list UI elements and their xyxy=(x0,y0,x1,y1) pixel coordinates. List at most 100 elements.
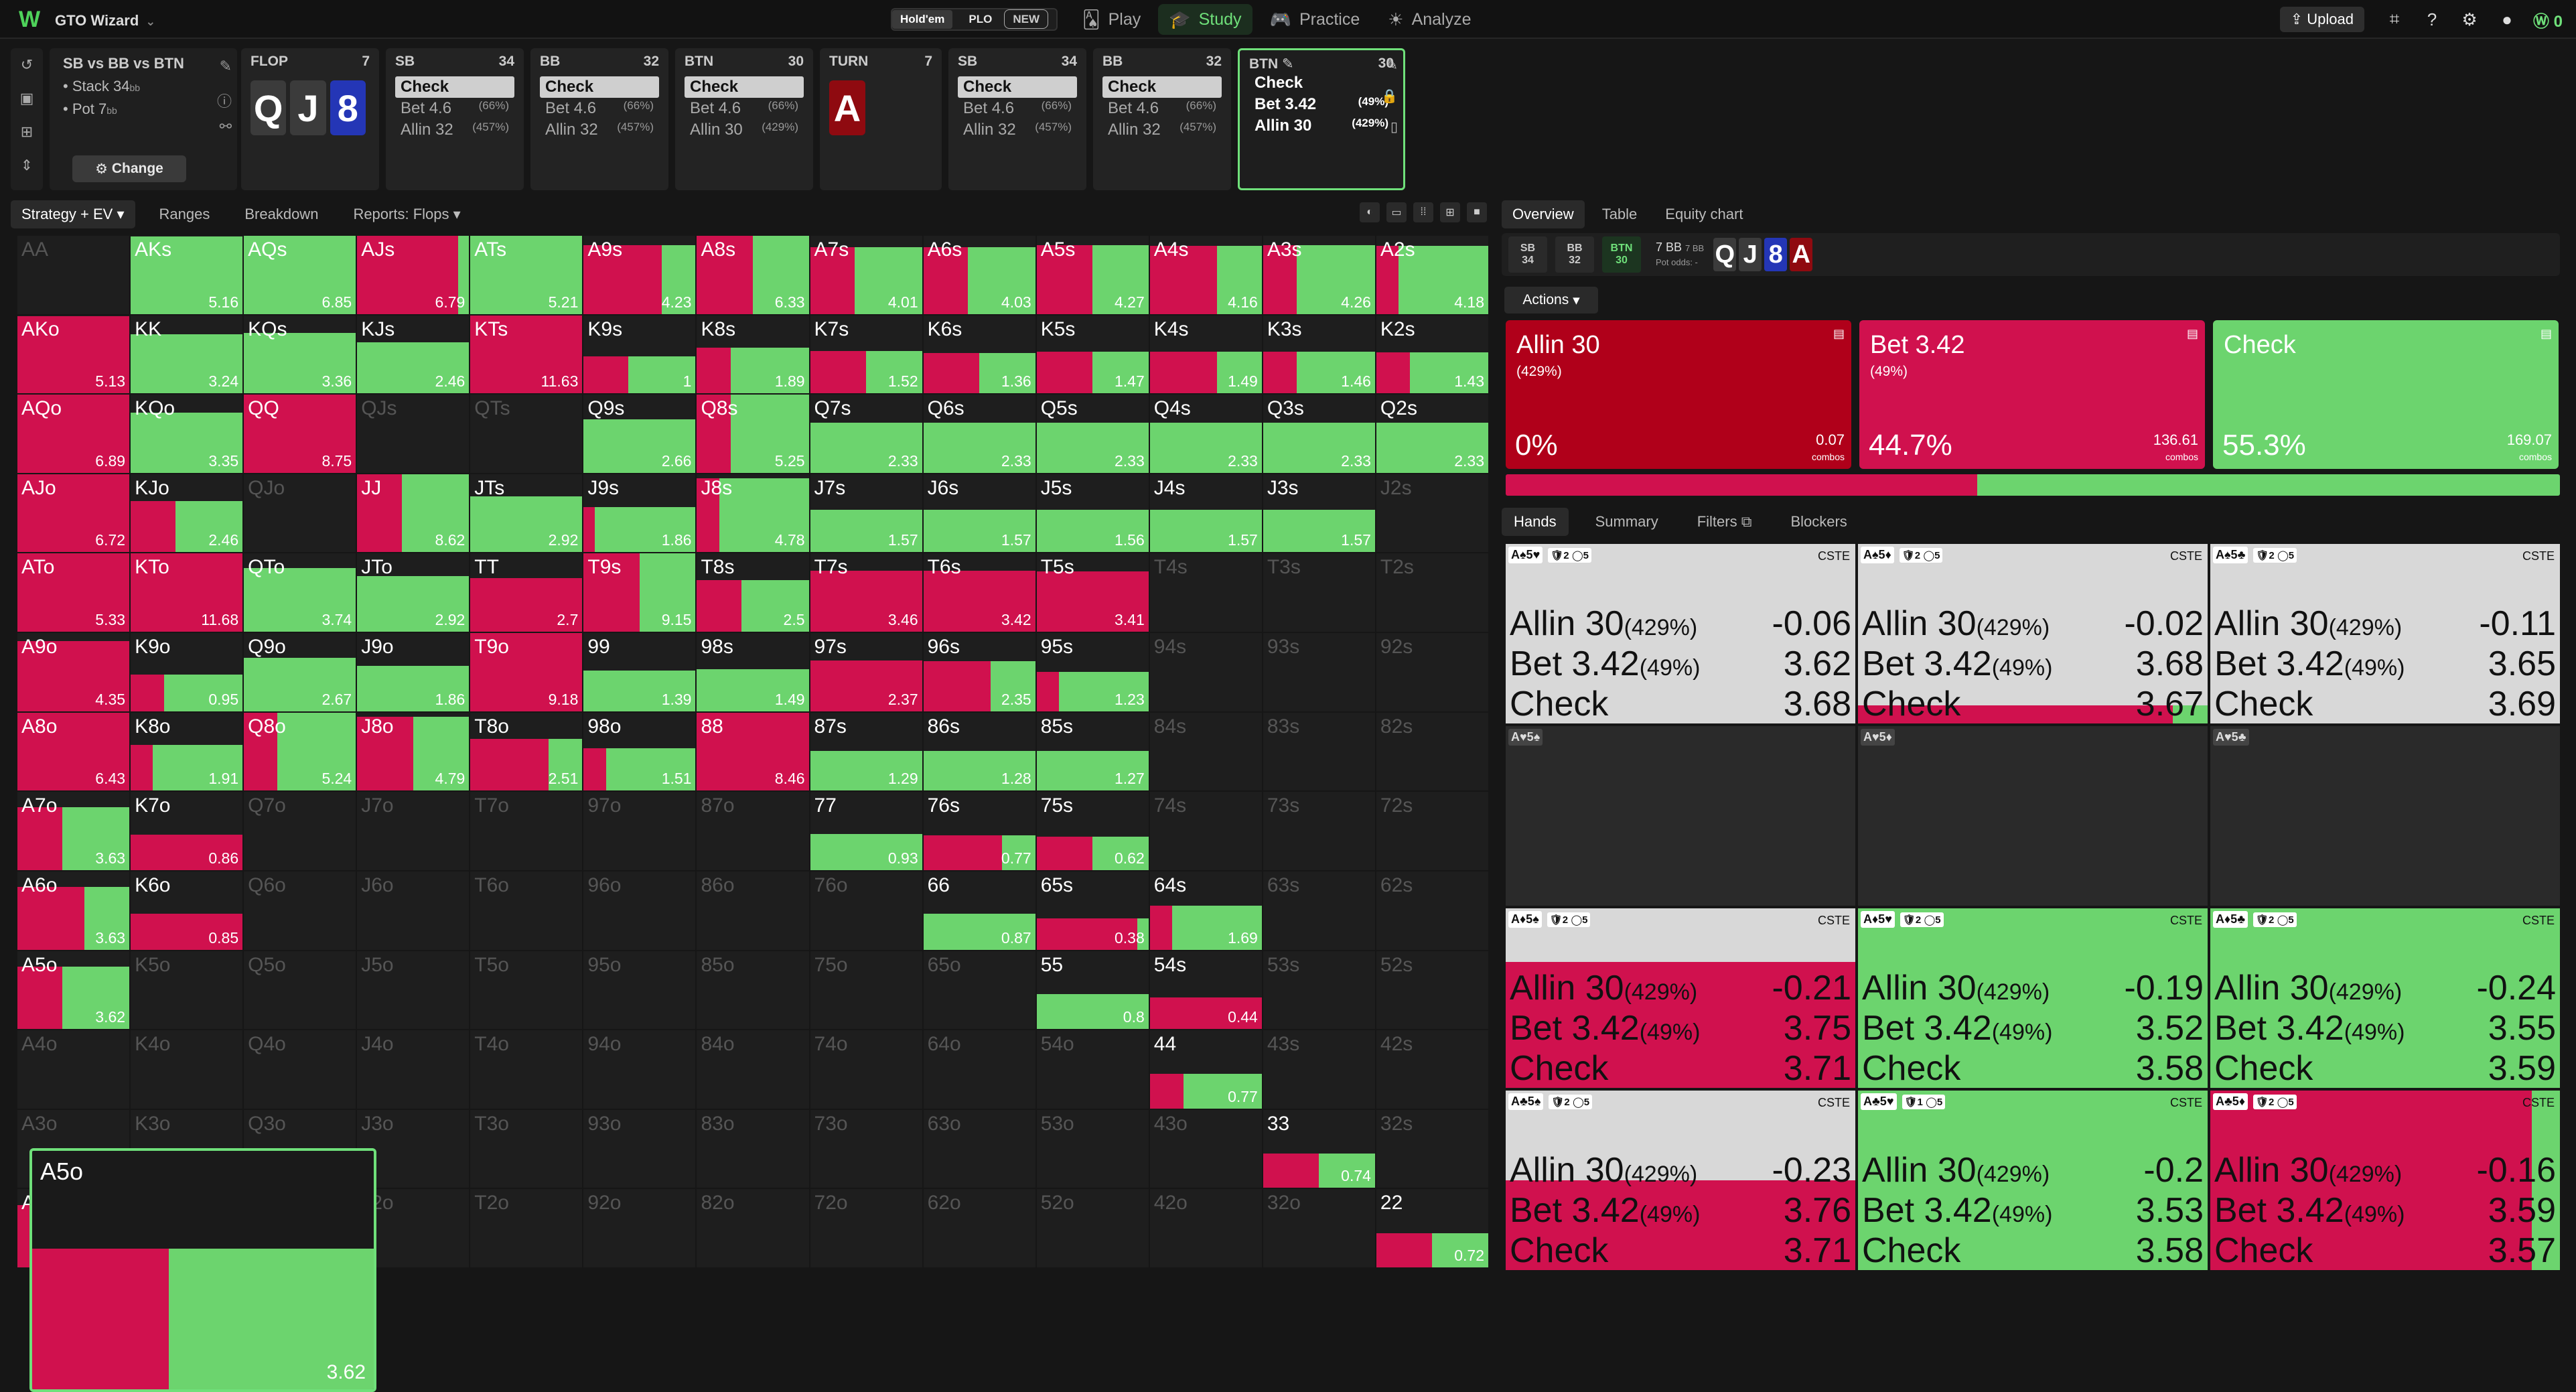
hand-cell[interactable]: 87o xyxy=(697,792,809,870)
nav-practice[interactable]: 🎮 Practice xyxy=(1259,4,1371,35)
hand-cell[interactable]: 5.21 ATs xyxy=(470,236,583,314)
hand-cell[interactable]: 0.72 22 xyxy=(1376,1189,1488,1267)
action-box-check[interactable]: Check 55.3% 169.07 combos ▤ xyxy=(2213,320,2559,469)
hand-cell[interactable]: 9.15 T9s xyxy=(583,553,696,632)
view-icon-4[interactable]: ⊞ xyxy=(1440,202,1460,222)
hand-cell[interactable]: 85o xyxy=(697,951,809,1030)
hand-cell[interactable]: T7o xyxy=(470,792,583,870)
hand-cell[interactable]: 1.86 J9o xyxy=(357,633,470,711)
hand-cell[interactable]: 1.27 85s xyxy=(1036,712,1149,791)
hand-cell[interactable]: 0.62 75s xyxy=(1036,792,1149,870)
hand-cell[interactable]: 43o xyxy=(1149,1109,1262,1188)
hand-cell[interactable]: 11.63 KTs xyxy=(470,315,583,394)
hand-cell[interactable]: 3.74 QTo xyxy=(244,553,356,632)
tab-overview[interactable]: Overview xyxy=(1502,200,1585,228)
info-icon[interactable]: ⓘ xyxy=(217,90,232,111)
hand-cell[interactable]: 4.79 J8o xyxy=(357,712,470,791)
action-check[interactable]: Check xyxy=(395,76,514,98)
help-icon[interactable]: ? xyxy=(2421,8,2443,31)
hand-cell[interactable]: T2s xyxy=(1376,553,1488,632)
hand-cell[interactable]: 6.79 AJs xyxy=(357,236,470,314)
hand-cell[interactable]: 0.8 55 xyxy=(1036,951,1149,1030)
combo-card[interactable]: A♥5♦ xyxy=(1858,726,2208,906)
hand-cell[interactable]: 4.27 A5s xyxy=(1036,236,1149,314)
actions-dropdown[interactable]: Actions ▾ xyxy=(1504,287,1598,314)
list-icon[interactable]: ▤ xyxy=(2187,327,2198,341)
hand-cell[interactable]: 2.92 JTo xyxy=(357,553,470,632)
hand-cell[interactable]: 32s xyxy=(1376,1109,1488,1188)
hand-cell[interactable]: 3.42 T6s xyxy=(923,553,1035,632)
hand-cell[interactable]: 2.33 Q7s xyxy=(810,395,922,473)
action-card-bb[interactable]: BB 32 Check Bet 4.6 (66%) Allin 32 (457%) xyxy=(530,48,668,190)
action-check[interactable]: Check xyxy=(958,76,1077,98)
hand-cell[interactable]: 63o xyxy=(923,1109,1035,1188)
hand-cell[interactable]: 0.77 44 xyxy=(1149,1030,1262,1109)
hand-cell[interactable]: 2.46 KJs xyxy=(357,315,470,394)
combo-card[interactable]: A♥5♣ xyxy=(2210,726,2560,906)
combo-card[interactable]: A♣5♦ 🛡2 ◯5 CSTE Allin 30(429%) -0.16 Bet 3.42… xyxy=(2210,1091,2560,1270)
hand-cell[interactable]: 0.93 77 xyxy=(810,792,922,870)
text-height-icon[interactable]: ⇕ xyxy=(11,149,43,182)
hand-cell[interactable]: 9.18 T9o xyxy=(470,633,583,711)
player-sb[interactable]: SB 34 xyxy=(1508,236,1547,273)
player-btn[interactable]: BTN 30 xyxy=(1602,236,1641,273)
hand-cell[interactable]: 42s xyxy=(1376,1030,1488,1109)
hand-cell[interactable]: 75o xyxy=(810,951,922,1030)
hand-cell[interactable]: 53o xyxy=(1036,1109,1149,1188)
hand-cell[interactable]: 0.38 65s xyxy=(1036,871,1149,950)
hand-cell[interactable]: 8.75 QQ xyxy=(244,395,356,473)
hand-cell[interactable]: 3.36 KQs xyxy=(244,315,356,394)
combo-card[interactable]: A♠5♦ 🛡2 ◯5 CSTE Allin 30(429%) -0.02 Bet 3.42… xyxy=(1858,544,2208,723)
hand-cell[interactable]: 4.78 J8s xyxy=(697,474,809,553)
book-icon[interactable]: ▯ xyxy=(1390,119,1398,135)
hand-cell[interactable]: 3.62 A5o xyxy=(17,951,130,1030)
hand-cell[interactable]: Q6o xyxy=(244,871,356,950)
hand-cell[interactable]: 42o xyxy=(1149,1189,1262,1267)
hand-cell[interactable]: 1.43 K2s xyxy=(1376,315,1488,394)
hand-cell[interactable]: 1.86 J9s xyxy=(583,474,696,553)
hand-cell[interactable]: 5.16 AKs xyxy=(131,236,243,314)
action-option[interactable]: Bet 4.6 (66%) xyxy=(540,98,659,119)
hand-cell[interactable]: 86o xyxy=(697,871,809,950)
action-option[interactable]: Bet 4.6 (66%) xyxy=(395,98,514,119)
hand-cell[interactable]: 94o xyxy=(583,1030,696,1109)
hand-cell[interactable]: 2.33 Q3s xyxy=(1263,395,1375,473)
hand-cell[interactable]: 0.85 K6o xyxy=(131,871,243,950)
hand-cell[interactable]: 2.51 T8o xyxy=(470,712,583,791)
combo-card[interactable]: A♠5♣ 🛡2 ◯5 CSTE Allin 30(429%) -0.11 Bet 3.42… xyxy=(2210,544,2560,723)
hand-cell[interactable]: 2.33 Q5s xyxy=(1036,395,1149,473)
hand-cell[interactable]: 93o xyxy=(583,1109,696,1188)
hand-cell[interactable]: K5o xyxy=(131,951,243,1030)
hand-cell[interactable]: 1.57 J4s xyxy=(1149,474,1262,553)
view-icon-5[interactable]: ■ xyxy=(1467,202,1487,222)
change-button[interactable]: ⚙ Change xyxy=(72,155,186,182)
hand-cell[interactable]: T4o xyxy=(470,1030,583,1109)
hand-cell[interactable]: T5o xyxy=(470,951,583,1030)
hand-cell[interactable]: 5.25 Q8s xyxy=(697,395,809,473)
hand-cell[interactable]: 1.49 K4s xyxy=(1149,315,1262,394)
action-card-btn[interactable]: BTN ✎ 30 Check Bet 3.42 (49%) Allin 30 (429%) ✎… xyxy=(1238,48,1405,190)
hand-cell[interactable]: 93s xyxy=(1263,633,1375,711)
action-card-bb[interactable]: BB 32 Check Bet 4.6 (66%) Allin 32 (457%) xyxy=(1093,48,1231,190)
hand-cell[interactable]: 32o xyxy=(1263,1189,1375,1267)
hand-cell[interactable]: 65o xyxy=(923,951,1035,1030)
lock-icon[interactable]: 🔒 xyxy=(1381,88,1398,105)
tab-hands[interactable]: Hands xyxy=(1502,508,1569,536)
reset-icon[interactable]: ↺ xyxy=(11,48,43,82)
hand-cell[interactable]: 1.39 99 xyxy=(583,633,696,711)
hand-cell[interactable]: J2s xyxy=(1376,474,1488,553)
hand-cell[interactable]: J5o xyxy=(357,951,470,1030)
hand-cell[interactable]: QTs xyxy=(470,395,583,473)
hand-cell[interactable]: 1.47 K5s xyxy=(1036,315,1149,394)
hand-cell[interactable]: 4.18 A2s xyxy=(1376,236,1488,314)
nav-analyze[interactable]: ☀ Analyze xyxy=(1377,4,1482,35)
hand-cell[interactable]: 96o xyxy=(583,871,696,950)
hand-cell[interactable]: 1.49 98s xyxy=(697,633,809,711)
hand-cell[interactable]: 92s xyxy=(1376,633,1488,711)
view-icon-3[interactable]: ⁞⁞ xyxy=(1413,202,1433,222)
coin-balance[interactable]: Ⓦ 0 xyxy=(2533,8,2563,31)
hand-cell[interactable]: 94s xyxy=(1149,633,1262,711)
hand-cell[interactable]: 82o xyxy=(697,1189,809,1267)
hand-cell[interactable]: 1.28 86s xyxy=(923,712,1035,791)
tab-blockers[interactable]: Blockers xyxy=(1778,508,1859,536)
